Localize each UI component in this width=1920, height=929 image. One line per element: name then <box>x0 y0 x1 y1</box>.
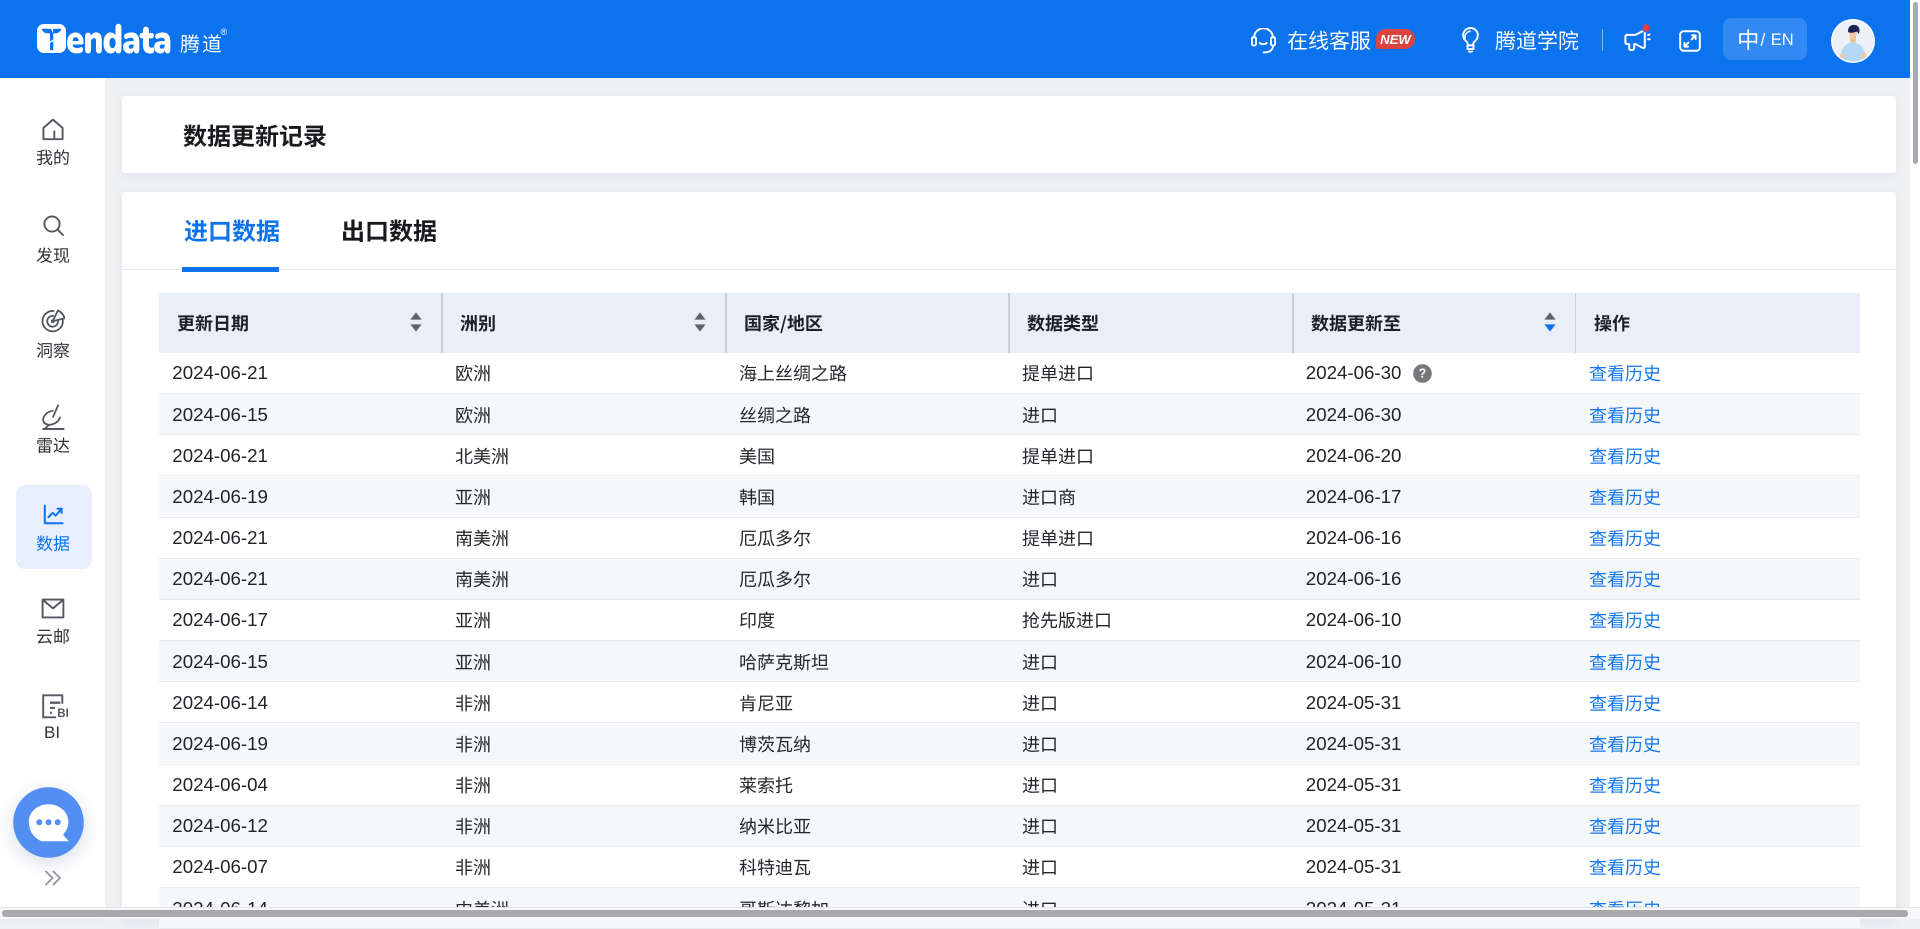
svg-text:BI: BI <box>57 708 68 719</box>
svg-text:?: ? <box>1418 367 1426 381</box>
